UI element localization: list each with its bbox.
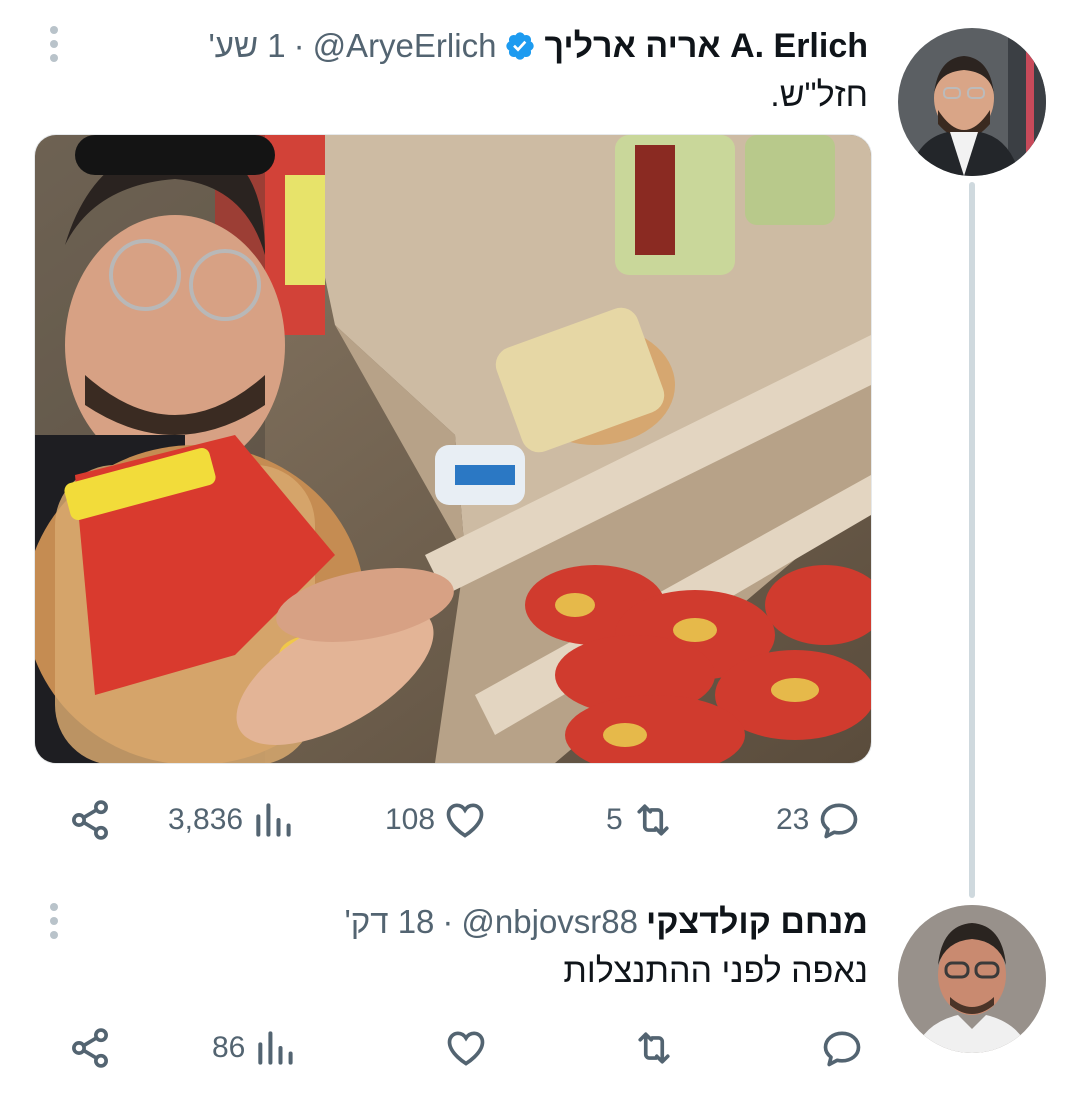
retweet-button[interactable] xyxy=(632,1018,676,1078)
avatar-arye-erlich[interactable] xyxy=(898,28,1046,176)
share-button[interactable] xyxy=(68,790,112,850)
share-button[interactable] xyxy=(68,1018,112,1078)
views-icon xyxy=(258,1031,293,1065)
tweet-actions: 3,836 108 5 23 xyxy=(0,790,1080,850)
verified-icon xyxy=(504,30,536,62)
replies-count: 23 xyxy=(776,803,810,836)
reply-actions: 86 xyxy=(0,1018,1080,1078)
like-button[interactable]: 108 xyxy=(385,790,487,850)
share-icon xyxy=(72,1028,108,1068)
views-count: 86 xyxy=(212,1031,246,1064)
tweet-header: אריה ארליך A. Erlich @AryeErlich · 1 שע' xyxy=(208,24,868,68)
retweet-icon xyxy=(638,1032,670,1064)
reply-icon xyxy=(821,803,858,839)
separator: · xyxy=(442,903,454,940)
retweets-count: 5 xyxy=(606,803,623,836)
views-button[interactable]: 3,836 xyxy=(168,790,295,850)
tweet-text: חזל"ש. xyxy=(770,76,868,114)
reply-author-handle[interactable]: @nbjovsr88 xyxy=(461,903,638,941)
views-button[interactable]: 86 xyxy=(212,1018,297,1078)
retweet-icon xyxy=(637,804,669,836)
reply-text: נאפה לפני ההתנצלות xyxy=(563,952,868,990)
tweet-time[interactable]: 1 שע' xyxy=(208,27,285,65)
like-icon xyxy=(447,1031,485,1066)
separator: · xyxy=(293,27,305,64)
more-icon[interactable] xyxy=(48,26,60,62)
reply-button[interactable] xyxy=(820,1018,864,1078)
likes-count: 108 xyxy=(385,803,436,836)
reply-author-name[interactable]: מנחם קולדצקי xyxy=(646,903,868,942)
like-button[interactable] xyxy=(444,1018,488,1078)
views-icon xyxy=(256,803,291,837)
views-count: 3,836 xyxy=(168,803,244,836)
author-name[interactable]: אריה ארליך A. Erlich xyxy=(544,27,868,66)
share-icon xyxy=(72,800,108,840)
like-icon xyxy=(446,803,484,838)
reply-button[interactable]: 23 xyxy=(776,790,861,850)
tweet-photo[interactable] xyxy=(34,134,872,764)
reply-icon xyxy=(823,1031,861,1067)
more-icon[interactable] xyxy=(48,903,60,939)
reply-header: מנחם קולדצקי @nbjovsr88 · 18 דק' xyxy=(344,900,868,944)
retweet-button[interactable]: 5 xyxy=(606,790,675,850)
author-handle[interactable]: @AryeErlich xyxy=(313,27,497,65)
reply-time[interactable]: 18 דק' xyxy=(344,903,434,941)
